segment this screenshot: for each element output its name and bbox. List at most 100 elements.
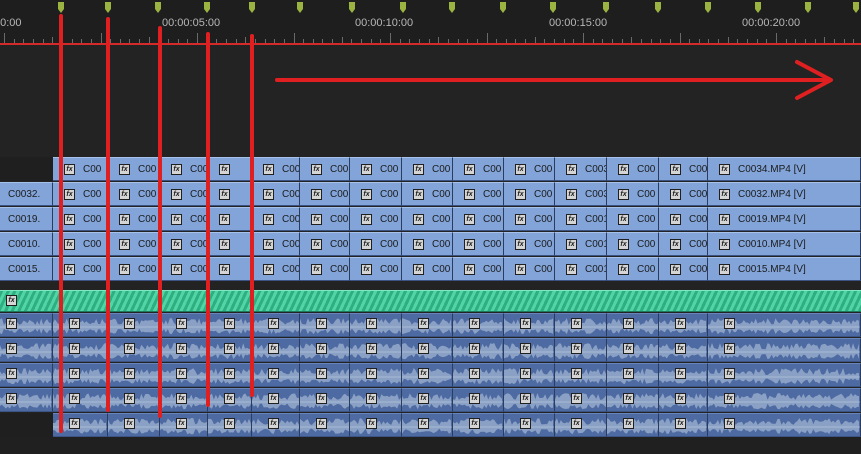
fx-icon[interactable]: fx xyxy=(464,214,475,225)
audio-clip[interactable]: fx xyxy=(453,413,504,437)
fx-icon[interactable]: fx xyxy=(418,418,429,429)
fx-icon[interactable]: fx xyxy=(69,343,80,354)
fx-icon[interactable]: fx xyxy=(413,164,424,175)
fx-icon[interactable]: fx xyxy=(316,368,327,379)
audio-clip[interactable]: fx xyxy=(208,313,252,337)
fx-icon[interactable]: fx xyxy=(670,189,681,200)
fx-icon[interactable]: fx xyxy=(520,343,531,354)
fx-icon[interactable]: fx xyxy=(124,393,135,404)
marker-icon[interactable] xyxy=(57,2,65,14)
audio-clip[interactable]: fx xyxy=(53,338,108,362)
audio-clip[interactable]: fx xyxy=(252,363,300,387)
marker-icon[interactable] xyxy=(248,2,256,14)
audio-clip[interactable]: fx xyxy=(208,388,252,412)
fx-icon[interactable]: fx xyxy=(64,239,75,250)
audio-clip[interactable]: fx xyxy=(659,413,708,437)
fx-icon[interactable]: fx xyxy=(366,393,377,404)
video-clip[interactable]: fx xyxy=(208,182,252,206)
fx-icon[interactable]: fx xyxy=(618,214,629,225)
fx-icon[interactable]: fx xyxy=(69,393,80,404)
marker-icon[interactable] xyxy=(654,2,662,14)
fx-icon[interactable]: fx xyxy=(171,239,182,250)
fx-icon[interactable]: fx xyxy=(171,164,182,175)
audio-clip[interactable]: fx xyxy=(53,413,108,437)
fx-icon[interactable]: fx xyxy=(219,214,230,225)
fx-icon[interactable]: fx xyxy=(670,164,681,175)
fx-icon[interactable]: fx xyxy=(311,239,322,250)
video-clip[interactable]: fx C00 xyxy=(108,157,160,181)
fx-icon[interactable]: fx xyxy=(623,318,634,329)
video-clip[interactable]: fx C00 xyxy=(659,182,708,206)
fx-icon[interactable]: fx xyxy=(571,393,582,404)
video-clip[interactable]: fx C00 xyxy=(350,157,402,181)
fx-icon[interactable]: fx xyxy=(268,343,279,354)
audio-clip[interactable]: fx xyxy=(160,363,208,387)
fx-icon[interactable]: fx xyxy=(724,393,735,404)
fx-icon[interactable]: fx xyxy=(361,239,372,250)
audio-clip[interactable]: fx xyxy=(300,363,350,387)
fx-icon[interactable]: fx xyxy=(219,239,230,250)
fx-icon[interactable]: fx xyxy=(224,368,235,379)
marker-icon[interactable] xyxy=(104,2,112,14)
marker-icon[interactable] xyxy=(499,2,507,14)
video-clip[interactable]: fx C00 xyxy=(300,182,350,206)
fx-icon[interactable]: fx xyxy=(469,343,480,354)
audio-clip[interactable]: fx xyxy=(160,313,208,337)
audio-clip[interactable]: fx xyxy=(350,338,402,362)
fx-icon[interactable]: fx xyxy=(469,418,480,429)
audio-clip[interactable]: fx xyxy=(659,338,708,362)
audio-clip[interactable]: fx xyxy=(402,413,453,437)
fx-icon[interactable]: fx xyxy=(176,343,187,354)
fx-icon[interactable]: fx xyxy=(418,368,429,379)
marker-icon[interactable] xyxy=(448,2,456,14)
audio-clip[interactable]: fx xyxy=(453,388,504,412)
fx-icon[interactable]: fx xyxy=(176,418,187,429)
video-clip[interactable]: fx C00 xyxy=(160,207,208,231)
fx-icon[interactable]: fx xyxy=(366,368,377,379)
video-clip[interactable]: fx C00 xyxy=(160,257,208,281)
marker-icon[interactable] xyxy=(852,2,860,14)
fx-icon[interactable]: fx xyxy=(6,368,17,379)
fx-icon[interactable]: fx xyxy=(719,189,730,200)
video-clip[interactable]: fx C00 xyxy=(300,257,350,281)
fx-icon[interactable]: fx xyxy=(224,318,235,329)
audio-clip[interactable]: fx xyxy=(300,388,350,412)
audio-clip[interactable]: fx xyxy=(208,363,252,387)
audio-clip[interactable]: fx xyxy=(108,338,160,362)
fx-icon[interactable]: fx xyxy=(566,214,577,225)
video-clip[interactable]: fx C0032.MP4 [V] xyxy=(708,182,861,206)
video-clip[interactable]: fx C00 xyxy=(252,182,300,206)
audio-clip[interactable]: fx xyxy=(708,338,861,362)
audio-clip[interactable]: fx xyxy=(300,338,350,362)
fx-icon[interactable]: fx xyxy=(418,318,429,329)
fx-icon[interactable]: fx xyxy=(413,214,424,225)
fx-icon[interactable]: fx xyxy=(675,368,686,379)
video-clip[interactable]: fx C00 xyxy=(504,182,555,206)
marker-icon[interactable] xyxy=(203,2,211,14)
video-clip[interactable]: fx C00 xyxy=(53,232,108,256)
audio-clip[interactable]: fx xyxy=(607,388,659,412)
fx-icon[interactable]: fx xyxy=(119,189,130,200)
fx-icon[interactable]: fx xyxy=(571,368,582,379)
fx-icon[interactable]: fx xyxy=(515,214,526,225)
fx-icon[interactable]: fx xyxy=(219,164,230,175)
audio-clip[interactable]: fx xyxy=(504,388,555,412)
video-clip[interactable]: fx xyxy=(208,157,252,181)
fx-icon[interactable]: fx xyxy=(6,343,17,354)
fx-icon[interactable]: fx xyxy=(670,239,681,250)
fx-icon[interactable]: fx xyxy=(64,214,75,225)
fx-icon[interactable]: fx xyxy=(224,393,235,404)
video-clip[interactable]: fx C00 xyxy=(453,207,504,231)
video-clip[interactable]: fx C00 xyxy=(402,157,453,181)
fx-icon[interactable]: fx xyxy=(571,318,582,329)
fx-icon[interactable]: fx xyxy=(724,418,735,429)
video-clip[interactable]: fx C00 xyxy=(659,157,708,181)
audio-clip[interactable]: fx xyxy=(402,388,453,412)
audio-clip[interactable]: fx xyxy=(555,363,607,387)
fx-icon[interactable]: fx xyxy=(366,343,377,354)
fx-icon[interactable]: fx xyxy=(268,418,279,429)
fx-icon[interactable]: fx xyxy=(719,164,730,175)
fx-icon[interactable]: fx xyxy=(418,343,429,354)
video-clip[interactable]: fx C003 xyxy=(555,182,607,206)
video-clip[interactable]: fx C00 xyxy=(453,232,504,256)
